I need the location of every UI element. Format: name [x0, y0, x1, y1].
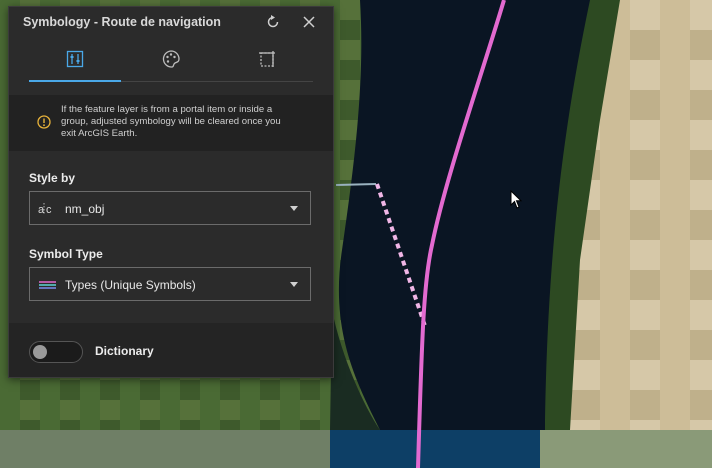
- warning-icon: [37, 115, 51, 129]
- symbology-tabs: [29, 41, 313, 82]
- style-by-label: Style by: [29, 171, 76, 185]
- mouse-cursor-icon: [510, 189, 524, 210]
- chevron-down-icon: [290, 282, 298, 287]
- toggle-knob: [33, 345, 47, 359]
- reset-icon[interactable]: [265, 14, 281, 30]
- dictionary-toggle[interactable]: [29, 341, 83, 363]
- symbol-type-select[interactable]: Types (Unique Symbols): [29, 267, 311, 301]
- text-field-icon: ac: [38, 201, 58, 217]
- panel-titlebar: Symbology - Route de navigation: [9, 7, 333, 37]
- frame-icon: [257, 49, 277, 74]
- close-icon[interactable]: [301, 14, 317, 30]
- dictionary-label: Dictionary: [95, 344, 154, 358]
- sliders-icon: [66, 50, 84, 73]
- chevron-down-icon: [290, 206, 298, 211]
- tab-style[interactable]: [29, 41, 121, 82]
- tab-palette[interactable]: [125, 41, 217, 81]
- style-by-value: nm_obj: [65, 202, 105, 216]
- tab-frame[interactable]: [221, 41, 313, 81]
- notice-text: If the feature layer is from a portal it…: [61, 104, 281, 139]
- symbol-type-value: Types (Unique Symbols): [65, 278, 196, 292]
- svg-text:c: c: [46, 204, 52, 216]
- symbol-type-label: Symbol Type: [29, 247, 103, 261]
- portal-notice: If the feature layer is from a portal it…: [9, 95, 333, 151]
- symbology-panel: Symbology - Route de navigation If the f…: [8, 6, 334, 378]
- palette-icon: [161, 49, 181, 74]
- panel-title: Symbology - Route de navigation: [23, 15, 221, 29]
- dictionary-section: Dictionary: [9, 323, 333, 377]
- style-by-select[interactable]: ac nm_obj: [29, 191, 311, 225]
- unique-symbols-icon: [38, 277, 58, 293]
